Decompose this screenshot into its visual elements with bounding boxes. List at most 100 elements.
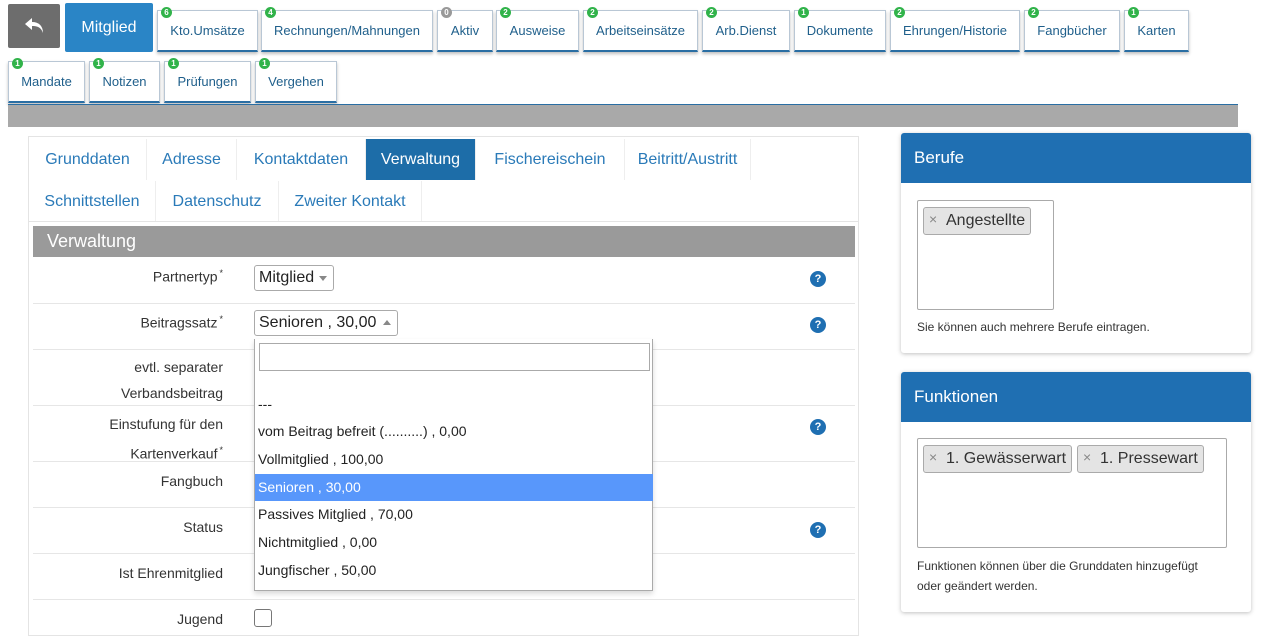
beitragssatz-label: Beitragssatz * [140, 314, 223, 331]
chevron-up-icon [383, 320, 391, 325]
funktionen-card: Funktionen × 1. Gewässerwart × 1. Presse… [901, 372, 1251, 612]
label-text: Partnertyp [152, 268, 218, 285]
partnertyp-label: Partnertyp * [153, 268, 223, 285]
jugend-checkbox[interactable] [254, 609, 272, 627]
count-badge: 6 [161, 7, 172, 18]
count-badge: 1 [168, 58, 179, 69]
tab-label: Ausweise [509, 23, 566, 38]
tab-label: Kto.Umsätze [170, 23, 245, 38]
tab-label: Ehrungen/Historie [902, 23, 1008, 38]
partnertyp-select[interactable]: Mitglied [254, 265, 334, 291]
tab-mitglied[interactable]: Mitglied [65, 3, 153, 52]
tab-label: Arb.Dienst [715, 23, 777, 38]
beitragssatz-dropdown: --- vom Beitrag befreit (..........) , 0… [254, 339, 653, 591]
tab-dokumente[interactable]: 1 Dokumente [794, 7, 886, 52]
count-badge: 0 [441, 7, 452, 18]
beitragssatz-value: Senioren , 30,00 [259, 314, 377, 331]
tab-pruefungen[interactable]: 1 Prüfungen [164, 58, 251, 103]
dropdown-option[interactable]: Nichtmitglied , 0,00 [255, 529, 653, 556]
dropdown-search-input[interactable] [259, 343, 650, 371]
question-circle-icon[interactable]: ? [810, 419, 826, 435]
back-button[interactable] [8, 4, 60, 48]
close-icon[interactable]: × [1083, 444, 1091, 470]
card-title: Berufe [901, 133, 1251, 183]
note-line: oder geändert werden. [917, 579, 1038, 593]
label-line: evtl. separater [134, 359, 223, 375]
partnertyp-value: Mitglied [259, 269, 315, 286]
chevron-down-icon [319, 276, 327, 281]
tab-karten[interactable]: 1 Karten [1124, 7, 1189, 52]
tag-chip: × 1. Gewässerwart [923, 444, 1073, 473]
tab-ehrungen[interactable]: 2 Ehrungen/Historie [890, 7, 1020, 52]
tab-fischereischein[interactable]: Fischereischein [476, 139, 625, 180]
tab-kontaktdaten[interactable]: Kontaktdaten [237, 139, 366, 180]
tag-label: 1. Pressewart [1100, 450, 1198, 467]
question-circle-icon[interactable]: ? [810, 271, 826, 287]
member-form-panel: Grunddaten Adresse Kontaktdaten Verwaltu… [28, 136, 859, 636]
dropdown-option[interactable]: vom Beitrag befreit (..........) , 0,00 [255, 418, 653, 445]
tab-zweiter-kontakt[interactable]: Zweiter Kontakt [279, 181, 422, 222]
dropdown-option[interactable]: --- [255, 391, 653, 418]
tab-vergehen[interactable]: 1 Vergehen [255, 58, 337, 103]
berufe-tag-input[interactable]: × Angestellte [917, 200, 1054, 310]
einstufung-label: Einstufung für den Kartenverkauf * [109, 411, 223, 467]
tab-adresse[interactable]: Adresse [147, 139, 237, 180]
note-line: Funktionen können über die Grunddaten hi… [917, 559, 1198, 573]
label-line: Kartenverkauf [130, 445, 218, 462]
tab-notizen[interactable]: 1 Notizen [89, 58, 160, 103]
tab-arb-dienst[interactable]: 2 Arb.Dienst [702, 7, 790, 52]
label-text: Beitragssatz [140, 314, 218, 331]
card-note: Funktionen können über die Grunddaten hi… [917, 556, 1198, 596]
tab-aktiv[interactable]: 0 Aktiv [437, 7, 493, 52]
tab-label: Dokumente [806, 23, 874, 38]
count-badge: 2 [500, 7, 511, 18]
label-line: Verbandsbeitrag [121, 385, 223, 401]
label-line: Einstufung für den [109, 416, 223, 432]
dropdown-option[interactable]: Passives Mitglied , 70,00 [255, 501, 653, 528]
tag-label: Angestellte [946, 212, 1026, 229]
tab-label: Karten [1137, 23, 1176, 38]
dropdown-option[interactable]: Jungfischer , 50,00 [255, 557, 653, 584]
tab-fangbuecher[interactable]: 2 Fangbücher [1024, 7, 1120, 52]
tab-label: Mandate [21, 74, 72, 89]
card-note: Sie können auch mehrere Berufe eintragen… [917, 320, 1150, 334]
close-icon[interactable]: × [929, 206, 937, 232]
tab-grunddaten[interactable]: Grunddaten [29, 139, 147, 180]
close-icon[interactable]: × [929, 444, 937, 470]
subtab-divider [29, 221, 858, 222]
tab-verwaltung[interactable]: Verwaltung [366, 139, 476, 180]
tab-arbeitseinsaetze[interactable]: 2 Arbeitseinsätze [583, 7, 698, 52]
count-badge: 2 [706, 7, 717, 18]
required-mark: * [219, 445, 223, 455]
row-divider [33, 599, 855, 600]
question-circle-icon[interactable]: ? [810, 522, 826, 538]
section-title: Verwaltung [33, 226, 855, 257]
count-badge: 2 [894, 7, 905, 18]
beitragssatz-select[interactable]: Senioren , 30,00 [254, 310, 398, 336]
tab-label: Aktiv [450, 23, 480, 38]
tab-kto-umsaetze[interactable]: 6 Kto.Umsätze [157, 7, 258, 52]
status-label: Status [183, 519, 223, 535]
tab-label: Fangbücher [1037, 23, 1107, 38]
dropdown-option-selected[interactable]: Senioren , 30,00 [255, 474, 653, 501]
count-badge: 1 [798, 7, 809, 18]
top-navigation: Mitglied 6 Kto.Umsätze 4 Rechnungen/Mahn… [0, 0, 1272, 128]
card-title: Funktionen [901, 372, 1251, 422]
funktionen-tag-input[interactable]: × 1. Gewässerwart × 1. Pressewart [917, 438, 1227, 548]
tab-rechnungen[interactable]: 4 Rechnungen/Mahnungen [261, 7, 433, 52]
dropdown-option[interactable]: Vollmitglied , 100,00 [255, 446, 653, 473]
tab-datenschutz[interactable]: Datenschutz [156, 181, 279, 222]
count-badge: 1 [259, 58, 270, 69]
grey-header-bar [8, 105, 1238, 127]
tag-chip: × 1. Pressewart [1077, 445, 1204, 473]
jugend-label: Jugend [177, 611, 223, 627]
tab-beitritt-austritt[interactable]: Beitritt/Austritt [625, 139, 751, 180]
tag-label: 1. Gewässerwart [946, 450, 1067, 467]
tab-mandate[interactable]: 1 Mandate [8, 58, 85, 103]
tab-schnittstellen[interactable]: Schnittstellen [29, 181, 156, 222]
count-badge: 4 [265, 7, 276, 18]
count-badge: 2 [587, 7, 598, 18]
undo-arrow-icon [25, 18, 43, 33]
tab-ausweise[interactable]: 2 Ausweise [496, 7, 579, 52]
question-circle-icon[interactable]: ? [810, 317, 826, 333]
